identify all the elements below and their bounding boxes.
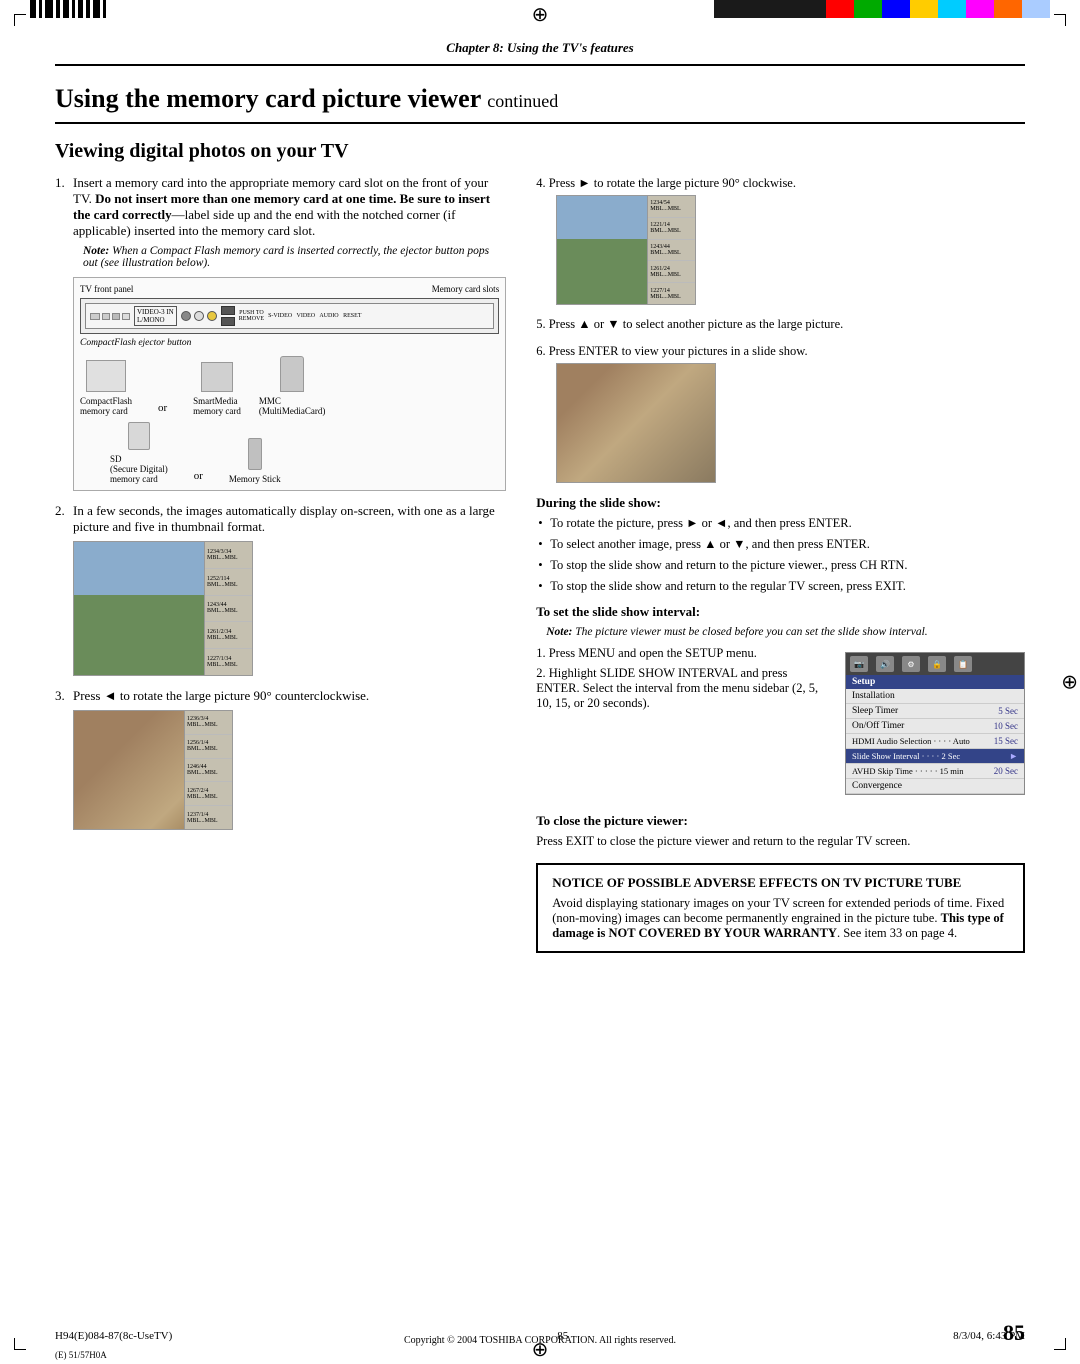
notice-box: NOTICE OF POSSIBLE ADVERSE EFFECTS ON TV… — [536, 863, 1025, 953]
chapter-header: Chapter 8: Using the TV's features — [55, 40, 1025, 66]
mmc-card-item: MMC(MultiMediaCard) — [259, 356, 326, 416]
thumbnail-grid-3: 1236/3/4MBL...MBL 1256/1/4BML...MBL 1246… — [184, 711, 232, 829]
setup-icon-5: 📋 — [954, 656, 972, 672]
during-slide-section: During the slide show: To rotate the pic… — [536, 495, 1025, 594]
ms-card-shape — [248, 438, 262, 470]
footer-left: H94(E)084-87(8c-UseTV) — [55, 1330, 172, 1342]
bullet-3: To stop the slide show and return to the… — [536, 558, 1025, 573]
setup-icon-3: ⚙ — [902, 656, 920, 672]
step3-image: 1236/3/4MBL...MBL 1256/1/4BML...MBL 1246… — [73, 710, 506, 830]
or-text-1: or — [158, 402, 167, 414]
step-4: 4. Press ► to rotate the large picture 9… — [536, 175, 1025, 305]
sm-card-item: SmartMediamemory card — [193, 362, 241, 416]
setup-icon-1: 📷 — [850, 656, 868, 672]
main-title: Using the memory card picture viewer con… — [55, 84, 1025, 124]
interval-note: Note: The picture viewer must be closed … — [536, 626, 1025, 638]
setup-menu: 📷 🔊 ⚙ 🔒 📋 Setup Installation — [845, 652, 1025, 795]
sd-card-item: SD(Secure Digital)memory card — [110, 422, 168, 484]
bullet-1: To rotate the picture, press ► or ◄, and… — [536, 516, 1025, 531]
steps-list-left: 1. Insert a memory card into the appropr… — [55, 175, 506, 830]
corner-mark-bl — [14, 1338, 26, 1350]
step2-photo: 1234/3/34MBL...MBL 1252/114BML...MBL 124… — [73, 541, 253, 676]
sd-card-shape — [128, 422, 150, 450]
ms-card-item: Memory Stick — [229, 438, 281, 484]
step4-photo: 1234/54MBL...MBL 1221/14BML...MBL 1243/4… — [556, 195, 696, 305]
bullet-4: To stop the slide show and return to the… — [536, 579, 1025, 594]
page-number: 85 — [1003, 1320, 1025, 1346]
setup-row: 1. Press MENU and open the SETUP menu. 2… — [536, 646, 1025, 801]
step-6: 6. Press ENTER to view your pictures in … — [536, 344, 1025, 483]
left-column: 1. Insert a memory card into the appropr… — [55, 175, 506, 953]
ms-card-label: Memory Stick — [229, 474, 281, 484]
menu-item-avhd: AVHD Skip Time · · · · · 15 min 20 Sec — [846, 764, 1024, 779]
bullet-2: To select another image, press ▲ or ▼, a… — [536, 537, 1025, 552]
mmc-card-label: MMC(MultiMediaCard) — [259, 396, 326, 416]
step4-image: 1234/54MBL...MBL 1221/14BML...MBL 1243/4… — [556, 195, 1025, 305]
setup-menu-title: Setup — [846, 675, 1024, 689]
cf-card-label: CompactFlashmemory card — [80, 396, 132, 416]
footer-bottom-code: (E) 51/57H0A — [55, 1350, 107, 1360]
menu-item-hdmi: HDMI Audio Selection · · · · Auto 15 Sec — [846, 734, 1024, 749]
memory-card-diagram: TV front panel Memory card slots — [73, 277, 506, 491]
step3-photo: 1236/3/4MBL...MBL 1256/1/4BML...MBL 1246… — [73, 710, 233, 830]
cf-ejector-label: CompactFlash ejector button — [80, 338, 499, 348]
right-column: 4. Press ► to rotate the large picture 9… — [536, 175, 1025, 953]
tv-panel-label: TV front panel — [80, 284, 133, 294]
step6-photo — [556, 363, 716, 483]
setup-menu-items: Installation Sleep Timer 5 Sec On/Off Ti… — [846, 689, 1024, 794]
page-content: Chapter 8: Using the TV's features Using… — [0, 0, 1080, 1003]
menu-item-sleep: Sleep Timer 5 Sec — [846, 704, 1024, 719]
or-text-2: or — [194, 470, 203, 482]
note-text: Note: When a Compact Flash memory card i… — [73, 245, 506, 269]
thumbnail-grid-4: 1234/54MBL...MBL 1221/14BML...MBL 1243/4… — [647, 196, 695, 304]
menu-item-convergence: Convergence — [846, 779, 1024, 794]
close-section: To close the picture viewer: Press EXIT … — [536, 813, 1025, 849]
sm-card-label: SmartMediamemory card — [193, 396, 241, 416]
thumbnail-grid: 1234/3/34MBL...MBL 1252/114BML...MBL 124… — [204, 542, 252, 675]
step-2: 2. In a few seconds, the images automati… — [55, 503, 506, 676]
memory-slots-label: Memory card slots — [432, 284, 500, 294]
menu-item-slideshow: Slide Show Interval · · · · 2 Sec ► — [846, 749, 1024, 764]
menu-item-installation: Installation — [846, 689, 1024, 704]
interval-section: To set the slide show interval: Note: Th… — [536, 604, 1025, 801]
cards-section: CompactFlashmemory card or SmartMediamem… — [80, 356, 499, 484]
menu-item-onoff: On/Off Timer 10 Sec — [846, 719, 1024, 734]
two-column-layout: 1. Insert a memory card into the appropr… — [55, 175, 1025, 953]
tv-panel-box: VIDEO-3 INL/MONO — [80, 298, 499, 334]
setup-menu-icons: 📷 🔊 ⚙ 🔒 📋 — [846, 653, 1024, 675]
setup-icon-4: 🔒 — [928, 656, 946, 672]
step-5: 5. Press ▲ or ▼ to select another pictur… — [536, 317, 1025, 332]
corner-mark-br — [1054, 1338, 1066, 1350]
step-3: 3. Press ◄ to rotate the large picture 9… — [55, 688, 506, 830]
step6-image — [556, 363, 1025, 483]
sd-card-label: SD(Secure Digital)memory card — [110, 454, 168, 484]
section-heading: Viewing digital photos on your TV — [55, 140, 1025, 163]
cf-card-item: CompactFlashmemory card — [80, 360, 132, 416]
cf-card-shape — [86, 360, 126, 392]
sm-card-shape — [201, 362, 233, 392]
setup-icon-2: 🔊 — [876, 656, 894, 672]
copyright: Copyright © 2004 TOSHIBA CORPORATION. Al… — [404, 1335, 676, 1346]
during-bullets-list: To rotate the picture, press ► or ◄, and… — [536, 516, 1025, 594]
step2-image: 1234/3/34MBL...MBL 1252/114BML...MBL 124… — [73, 541, 506, 676]
mmc-card-shape — [280, 356, 304, 392]
step-1: 1. Insert a memory card into the appropr… — [55, 175, 506, 491]
